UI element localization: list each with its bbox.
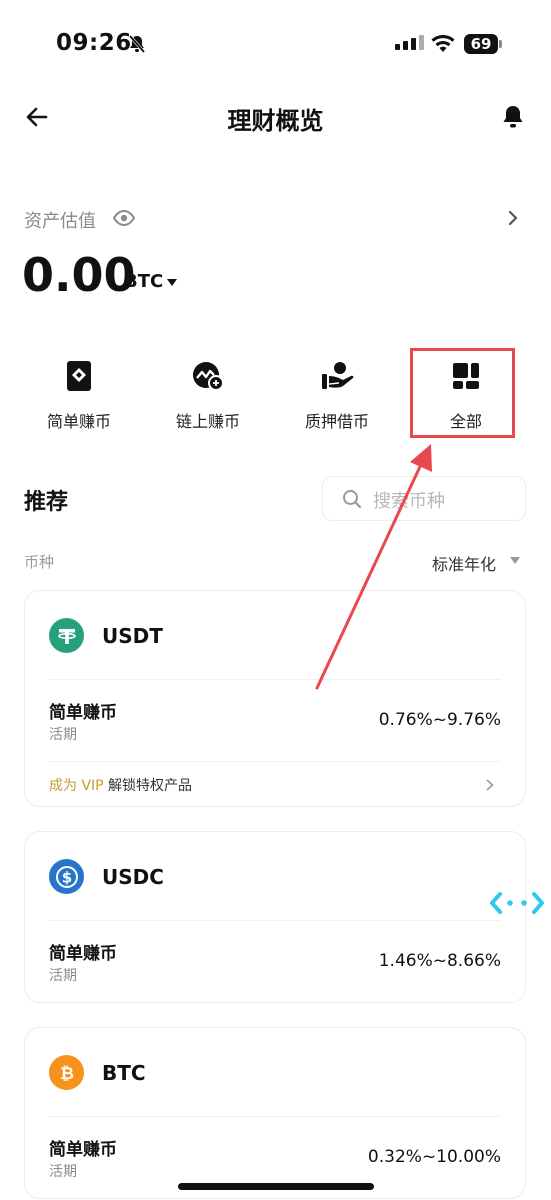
apr-sort-selector[interactable]: 标准年化	[432, 551, 496, 575]
status-time: 09:26	[56, 30, 132, 56]
search-icon	[342, 489, 362, 513]
chevron-right-icon[interactable]	[485, 777, 495, 796]
product-name: 简单赚币	[49, 944, 117, 964]
divider	[49, 761, 501, 762]
divider	[49, 1116, 501, 1117]
vip-text: 解锁特权产品	[103, 778, 193, 794]
coin-name: BTC	[102, 1061, 146, 1085]
chevron-right-icon[interactable]	[507, 209, 519, 231]
product-term: 活期	[49, 1164, 77, 1180]
divider	[49, 679, 501, 680]
home-indicator	[178, 1183, 374, 1190]
asset-label: 资产估值	[24, 211, 96, 232]
product-apr: 1.46%~8.66%	[378, 951, 501, 971]
entry-label: 链上赚币	[175, 412, 240, 431]
product-name: 简单赚币	[49, 703, 117, 723]
annotation-highlight-box	[410, 348, 515, 438]
signal-icon	[395, 35, 424, 50]
caret-down-icon[interactable]	[167, 279, 177, 286]
product-name: 简单赚币	[49, 1140, 117, 1160]
entry-pledge-loan[interactable]: 质押借币	[282, 352, 392, 432]
coin-name: USDC	[102, 865, 164, 889]
vip-prefix: 成为 VIP	[49, 778, 104, 794]
entry-label: 质押借币	[304, 412, 369, 431]
btc-icon: ₿	[49, 1055, 84, 1090]
entry-onchain-earn[interactable]: 链上赚币	[153, 352, 263, 432]
product-term: 活期	[49, 968, 77, 984]
column-coin-label: 币种	[24, 553, 55, 571]
entry-label: 简单赚币	[46, 412, 111, 431]
product-term: 活期	[49, 727, 77, 743]
caret-down-icon[interactable]	[510, 557, 520, 564]
asset-value: 0.00	[22, 248, 136, 302]
usdc-icon: $	[49, 859, 84, 894]
wifi-icon	[430, 34, 456, 58]
eye-icon[interactable]	[112, 209, 136, 231]
divider	[49, 920, 501, 921]
usdt-icon	[49, 618, 84, 653]
battery-cap	[499, 40, 502, 48]
product-apr: 0.76%~9.76%	[378, 710, 501, 730]
onchain-earn-icon	[153, 352, 263, 400]
notification-bell-icon[interactable]	[501, 104, 525, 134]
product-card-usdt[interactable]: USDT 简单赚币 活期 0.76%~9.76% 成为 VIP 解锁特权产品	[24, 590, 526, 807]
battery-indicator: 69	[464, 34, 498, 54]
page-title: 理财概览	[227, 107, 324, 135]
asset-unit-selector[interactable]: BTC	[124, 271, 163, 292]
recommend-title: 推荐	[24, 490, 69, 515]
product-card-usdc[interactable]: $ USDC 简单赚币 活期 1.46%~8.66%	[24, 831, 526, 1003]
svg-text:$: $	[61, 868, 71, 886]
simple-earn-icon	[24, 352, 134, 400]
search-placeholder: 搜索币种	[373, 491, 445, 512]
svg-text:₿: ₿	[60, 1064, 74, 1084]
floating-assistant-icon[interactable]	[490, 890, 544, 920]
product-card-btc[interactable]: ₿ BTC 简单赚币 活期 0.32%~10.00%	[24, 1027, 526, 1199]
coin-name: USDT	[102, 624, 163, 648]
vip-promo-link[interactable]: 成为 VIP 解锁特权产品	[49, 775, 192, 795]
bell-off-icon	[127, 34, 147, 58]
entry-simple-earn[interactable]: 简单赚币	[24, 352, 134, 432]
product-apr: 0.32%~10.00%	[367, 1147, 501, 1167]
pledge-loan-icon	[282, 352, 392, 400]
